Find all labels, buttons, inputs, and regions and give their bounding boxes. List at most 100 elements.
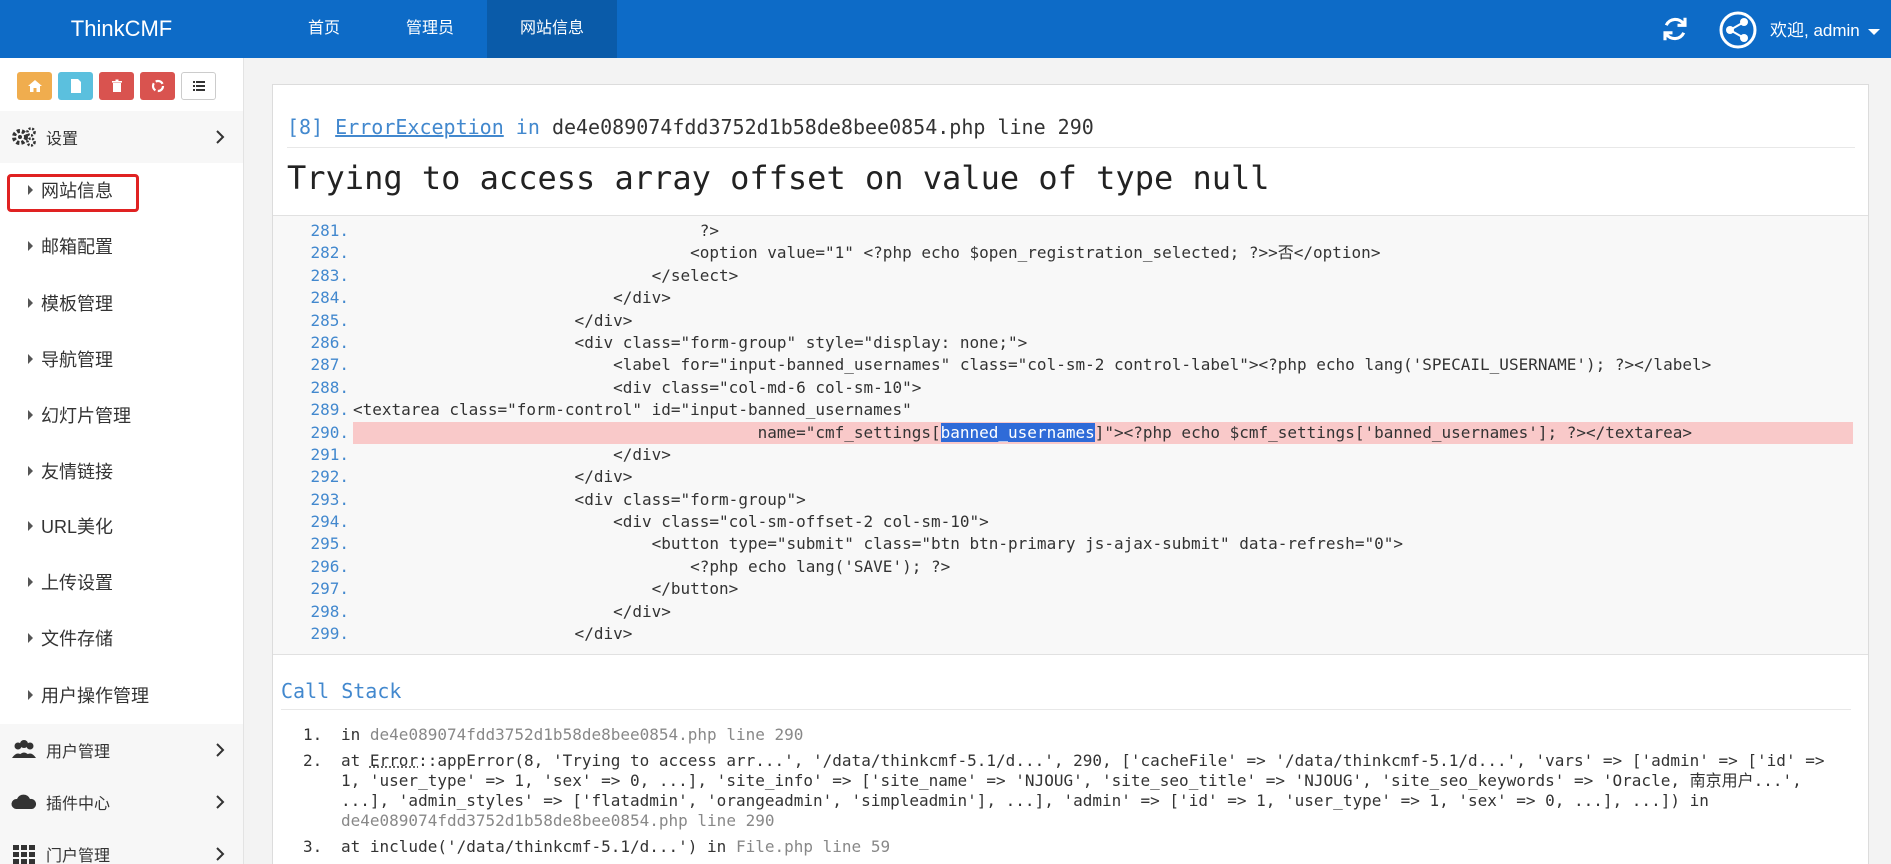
error-code: [8] [287,115,324,139]
recycle-button[interactable] [140,72,175,100]
code-text: </select> [353,265,739,285]
caret-right-icon [28,633,33,643]
caret-right-icon [28,577,33,587]
sidebar-item-label: 幻灯片管理 [41,406,131,426]
list-button[interactable] [181,72,216,100]
call-stack-list: 1. in de4e089074fdd3752d1b58de8bee0854.p… [303,725,1843,863]
stack-row-args: ::appError(8, 'Trying to access arr...',… [418,751,1825,770]
sidebar: 设置 网站信息 邮箱配置 模板管理 导航管理 幻灯片管理 友情链接 URL美化 … [0,58,244,864]
stack-row-prefix: at include('/data/thinkcmf-5.1/d...') in [341,837,736,856]
sidebar-item-navigation[interactable]: 导航管理 [0,339,243,379]
line-number: 282. [310,243,349,263]
code-line-highlighted: 290. name="cmf_settings[banned_usernames… [273,421,1868,444]
chevron-right-icon [216,743,225,757]
home-button[interactable] [17,72,52,100]
line-number: 283. [310,265,349,285]
code-line: 297. </button> [273,578,1868,600]
caret-right-icon [28,354,33,364]
selected-text: banned_usernames [940,422,1095,442]
code-text: <textarea class="form-control" id="input… [353,400,912,420]
sidebar-section-settings[interactable]: 设置 [0,111,243,163]
chevron-right-icon [216,847,225,861]
error-location: de4e089074fdd3752d1b58de8bee0854.php lin… [551,115,1094,139]
code-line: 282. <option value="1" <?php echo $open_… [273,242,1868,264]
exception-link[interactable]: ErrorException [335,115,504,139]
code-text: </div> [353,601,671,621]
line-number: 290. [310,422,349,442]
line-number: 295. [310,534,349,554]
top-nav: 首页 管理员 网站信息 [275,0,618,58]
code-text: </div> [353,288,671,308]
main-content: [8] ErrorException in de4e089074fdd3752d… [244,58,1891,864]
chevron-right-icon [216,130,225,144]
sidebar-item-upload[interactable]: 上传设置 [0,562,243,602]
divider [287,147,1855,148]
line-number: 288. [310,377,349,397]
line-number: 285. [310,310,349,330]
sidebar-item-label: 文件存储 [41,629,113,649]
trash-button[interactable] [99,72,134,100]
line-number: 286. [310,332,349,352]
sidebar-item-label: 邮箱配置 [41,237,113,257]
code-line: 299. </div> [273,623,1868,645]
code-line: 294. <div class="col-sm-offset-2 col-sm-… [273,511,1868,533]
code-line: 283. </select> [273,265,1868,287]
stack-row-prefix: at [341,751,370,770]
sidebar-item-label: URL美化 [41,517,114,537]
stack-row: 1. in de4e089074fdd3752d1b58de8bee0854.p… [303,725,1843,745]
line-number: 292. [310,467,349,487]
sidebar-section-label: 用户管理 [46,744,111,761]
code-line: 296. <?php echo lang('SAVE'); ?> [273,556,1868,578]
line-number: 296. [310,556,349,576]
sidebar-item-label: 导航管理 [41,350,113,370]
sidebar-item-label: 模板管理 [41,294,113,314]
code-text: <?php echo lang('SAVE'); ?> [353,556,951,576]
nav-admin[interactable]: 管理员 [373,0,487,58]
sidebar-section-users[interactable]: 用户管理 [0,724,243,776]
user-label: 欢迎, admin [1770,21,1860,40]
brand-logo[interactable]: ThinkCMF [0,0,243,58]
code-text: <label for="input-banned_usernames" clas… [353,355,1712,375]
code-text: name="cmf_settings[banned_usernames]"><?… [353,421,1853,444]
code-text: ?> [353,221,720,240]
code-text: </div> [353,624,633,644]
cloud-icon [11,794,37,809]
users-icon [12,740,36,758]
sidebar-item-storage[interactable]: 文件存储 [0,618,243,658]
code-line: 295. <button type="submit" class="btn bt… [273,533,1868,555]
top-navbar: ThinkCMF 首页 管理员 网站信息 欢迎, admin [0,0,1891,58]
sidebar-item-links[interactable]: 友情链接 [0,451,243,491]
line-number: 289. [310,400,349,420]
sidebar-item-label: 用户操作管理 [41,686,149,706]
code-text: <button type="submit" class="btn btn-pri… [353,534,1403,554]
sidebar-item-label: 友情链接 [41,462,113,482]
line-number: 297. [310,579,349,599]
code-line: 298. </div> [273,601,1868,623]
nav-site-info[interactable]: 网站信息 [487,0,618,58]
code-text: </div> [353,310,633,330]
stack-row: 2. at Error::appError(8, 'Trying to acce… [303,751,1843,831]
stack-row-args: ...], 'admin_styles' => ['flatadmin', 'o… [341,791,1709,810]
sidebar-section-portal[interactable]: 门户管理 [0,828,243,864]
error-in-word: in [515,115,540,139]
stack-row-class: Error [369,751,419,770]
sidebar-item-template[interactable]: 模板管理 [0,283,243,323]
line-number: 287. [310,355,349,375]
avatar-icon[interactable] [1718,10,1758,50]
sidebar-item-url-rewrite[interactable]: URL美化 [0,506,243,546]
refresh-icon[interactable] [1660,14,1690,44]
sidebar-item-user-actions[interactable]: 用户操作管理 [0,675,243,715]
nav-home[interactable]: 首页 [275,0,373,58]
sidebar-item-mail-config[interactable]: 邮箱配置 [0,226,243,266]
code-text-part: name="cmf_settings[ [353,422,941,442]
gears-icon [12,127,36,147]
annotation-highlight-box [7,174,139,212]
sidebar-item-slides[interactable]: 幻灯片管理 [0,395,243,435]
code-line: 292. </div> [273,466,1868,488]
user-menu[interactable]: 欢迎, admin [1770,0,1881,58]
line-number: 291. [310,444,349,464]
sidebar-section-plugins[interactable]: 插件中心 [0,776,243,828]
error-message: Trying to access array offset on value o… [287,159,1270,197]
code-text: </div> [353,444,671,464]
file-button[interactable] [58,72,93,100]
